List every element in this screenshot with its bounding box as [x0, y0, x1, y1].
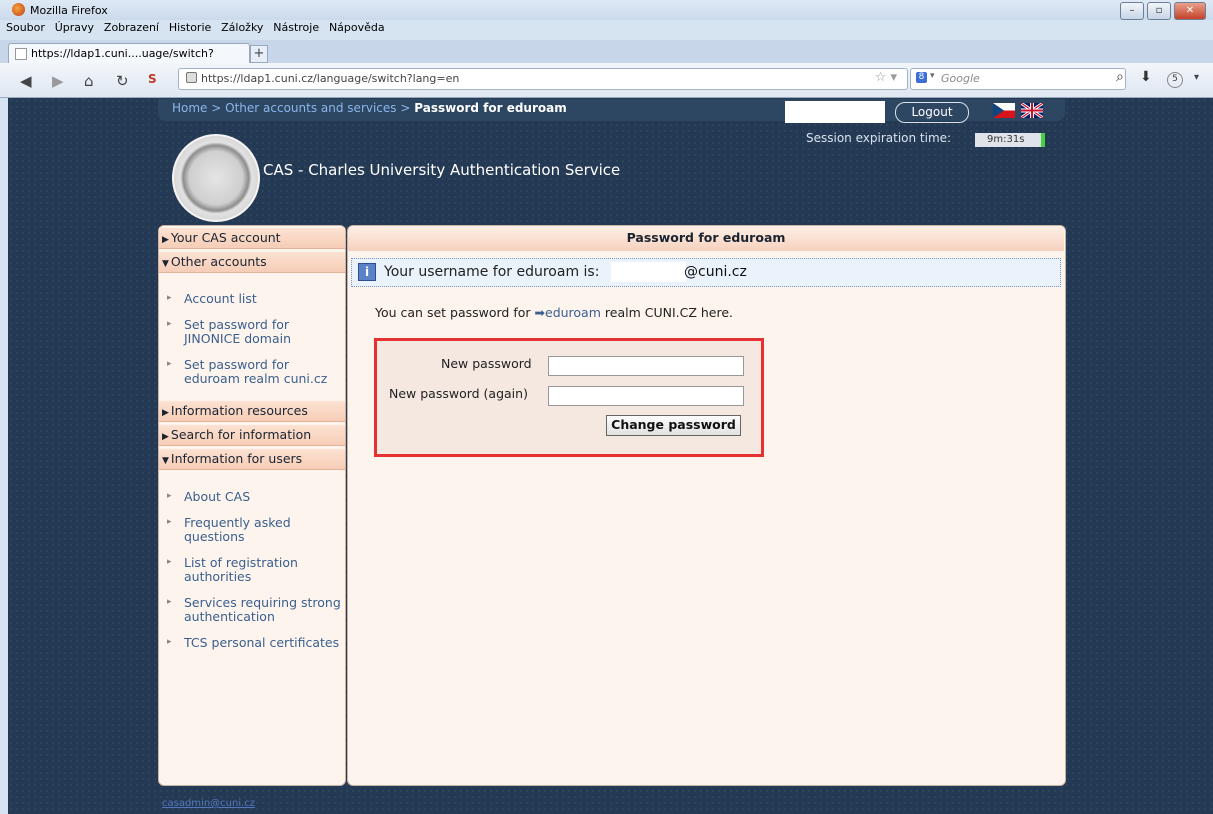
sidebar-item-strong-auth[interactable]: Services requiring strong authentication	[184, 596, 344, 624]
new-tab-button[interactable]: +	[250, 45, 268, 63]
description-text: realm CUNI.CZ here.	[604, 305, 734, 320]
session-time: 9m:31s	[987, 134, 1025, 145]
new-password-again-label: New password (again)	[389, 386, 528, 401]
new-password-label: New password	[441, 356, 532, 371]
uk-flag-icon[interactable]	[1021, 103, 1043, 118]
bullet-icon: ▸	[167, 319, 172, 329]
url-bar[interactable]: https://ldap1.cuni.cz/language/switch?la…	[178, 68, 908, 90]
search-placeholder: Google	[941, 72, 980, 85]
forward-icon[interactable]: ▶	[52, 72, 64, 90]
sidebar-section-other-accounts[interactable]: ▼ Other accounts	[159, 252, 345, 273]
download-icon[interactable]: ⬇	[1140, 69, 1152, 85]
sidebar-item-jinonice[interactable]: Set password for JINONICE domain	[184, 318, 344, 346]
bullet-icon: ▸	[167, 517, 172, 527]
star-icon[interactable]: ☆ ▾	[875, 70, 897, 85]
bullet-icon: ▸	[167, 359, 172, 369]
info-icon: i	[358, 263, 376, 281]
menu-nastroje[interactable]: Nástroje	[273, 21, 319, 34]
sidebar-item-account-list[interactable]: Account list	[184, 292, 344, 306]
collapsed-arrow-icon: ▶	[162, 408, 169, 418]
bullet-icon: ▸	[167, 597, 172, 607]
search-engine-icon[interactable]: 8	[916, 72, 927, 83]
sidebar-section-information-for-users[interactable]: ▼ Information for users	[159, 449, 345, 470]
description: You can set password for ➡eduroam realm …	[375, 305, 733, 320]
section-label: Your CAS account	[170, 230, 281, 245]
collapsed-arrow-icon: ▶	[162, 235, 169, 245]
sidebar-section-information-resources[interactable]: ▶ Information resources	[159, 401, 345, 422]
session-progress	[1041, 133, 1045, 147]
sidebar: ▶ Your CAS account ▼ Other accounts ▸ Acco…	[158, 225, 346, 786]
session-expiration-label: Session expiration time:	[806, 131, 952, 145]
eduroam-domain: @cuni.cz	[684, 264, 747, 280]
menu-soubor[interactable]: Soubor	[6, 21, 45, 34]
new-password-field[interactable]	[548, 356, 744, 376]
addon-icon[interactable]: S	[148, 72, 157, 86]
sidebar-item-about-cas[interactable]: About CAS	[184, 490, 344, 504]
service-title: CAS - Charles University Authentication …	[263, 161, 621, 179]
sidebar-section-search-for-information[interactable]: ▶ Search for information	[159, 425, 345, 446]
sidebar-section-your-cas-account[interactable]: ▶ Your CAS account	[159, 228, 345, 249]
page-title: Password for eduroam	[348, 226, 1064, 251]
sidebar-item-faq[interactable]: Frequently asked questions	[184, 516, 344, 544]
breadcrumb-sep: >	[211, 101, 222, 115]
description-text: You can set password for	[375, 305, 531, 320]
sidebar-item-registration-authorities[interactable]: List of registration authorities	[184, 556, 344, 584]
window-title: Mozilla Firefox	[30, 4, 108, 17]
username-box	[785, 101, 885, 123]
admin-email-link[interactable]: casadmin@cuni.cz	[162, 798, 255, 809]
eduroam-link[interactable]: eduroam	[545, 305, 601, 320]
browser-tab[interactable]: https://ldap1.cuni....uage/switch?lang=e…	[8, 43, 250, 79]
info-text: Your username for eduroam is:	[384, 264, 600, 280]
university-seal-logo	[172, 134, 260, 222]
czech-flag-icon[interactable]	[993, 103, 1015, 118]
url-text: https://ldap1.cuni.cz/language/switch?la…	[201, 72, 460, 85]
breadcrumb-home[interactable]: Home	[172, 101, 207, 115]
section-label: Information resources	[170, 403, 308, 418]
masked-username	[611, 262, 686, 282]
bullet-icon: ▸	[167, 491, 172, 501]
search-icon[interactable]: ⌕	[1116, 69, 1124, 85]
bullet-icon: ▸	[167, 637, 172, 647]
sidebar-item-tcs-certificates[interactable]: TCS personal certificates	[184, 636, 344, 650]
menu-zobrazeni[interactable]: Zobrazení	[104, 21, 159, 34]
section-label: Other accounts	[170, 254, 267, 269]
reload-icon[interactable]: ↻	[116, 72, 129, 90]
menu-historie[interactable]: Historie	[169, 21, 211, 34]
session-timer: 9m:31s	[975, 133, 1045, 147]
firefox-logo-icon	[12, 3, 25, 16]
home-icon[interactable]: ⌂	[84, 72, 94, 90]
collapsed-arrow-icon: ▶	[162, 432, 169, 442]
back-icon[interactable]: ◀	[20, 72, 32, 90]
engine-dropdown-icon[interactable]: ▾	[930, 71, 935, 81]
section-label: Search for information	[170, 427, 312, 442]
close-window-button[interactable]: ✕	[1174, 2, 1206, 20]
logout-button[interactable]: Logout	[895, 102, 969, 123]
minimize-button[interactable]: –	[1120, 2, 1144, 20]
new-password-again-field[interactable]	[548, 386, 744, 406]
sidebar-item-eduroam[interactable]: Set password for eduroam realm cuni.cz	[184, 358, 344, 386]
menu-zalozky[interactable]: Záložky	[221, 21, 263, 34]
arrow-icon: ➡	[534, 305, 545, 320]
maximize-button[interactable]: ▫	[1147, 2, 1171, 20]
downloads-count-badge[interactable]: 5	[1167, 72, 1183, 88]
lock-icon	[186, 72, 197, 83]
page-icon	[15, 48, 27, 60]
expanded-arrow-icon: ▼	[162, 456, 169, 466]
bullet-icon: ▸	[167, 293, 172, 303]
search-bar[interactable]: 8 ▾ Google	[910, 68, 1126, 90]
menu-napoveda[interactable]: Nápověda	[329, 21, 385, 34]
title-bar: Mozilla Firefox	[0, 0, 1213, 20]
breadcrumb-sep: >	[400, 101, 411, 115]
menu-upravy[interactable]: Úpravy	[55, 21, 94, 34]
section-label: Information for users	[170, 451, 303, 466]
expanded-arrow-icon: ▼	[162, 259, 169, 269]
menu-arrow-icon[interactable]: ▾	[1194, 72, 1199, 83]
breadcrumb-other[interactable]: Other accounts and services	[225, 101, 396, 115]
change-password-button[interactable]: Change password	[606, 415, 741, 436]
menu-bar: Soubor Úpravy Zobrazení Historie Záložky…	[0, 20, 1213, 38]
breadcrumb: Home > Other accounts and services > Pas…	[172, 101, 567, 115]
breadcrumb-current: Password for eduroam	[414, 101, 567, 115]
bullet-icon: ▸	[167, 557, 172, 567]
